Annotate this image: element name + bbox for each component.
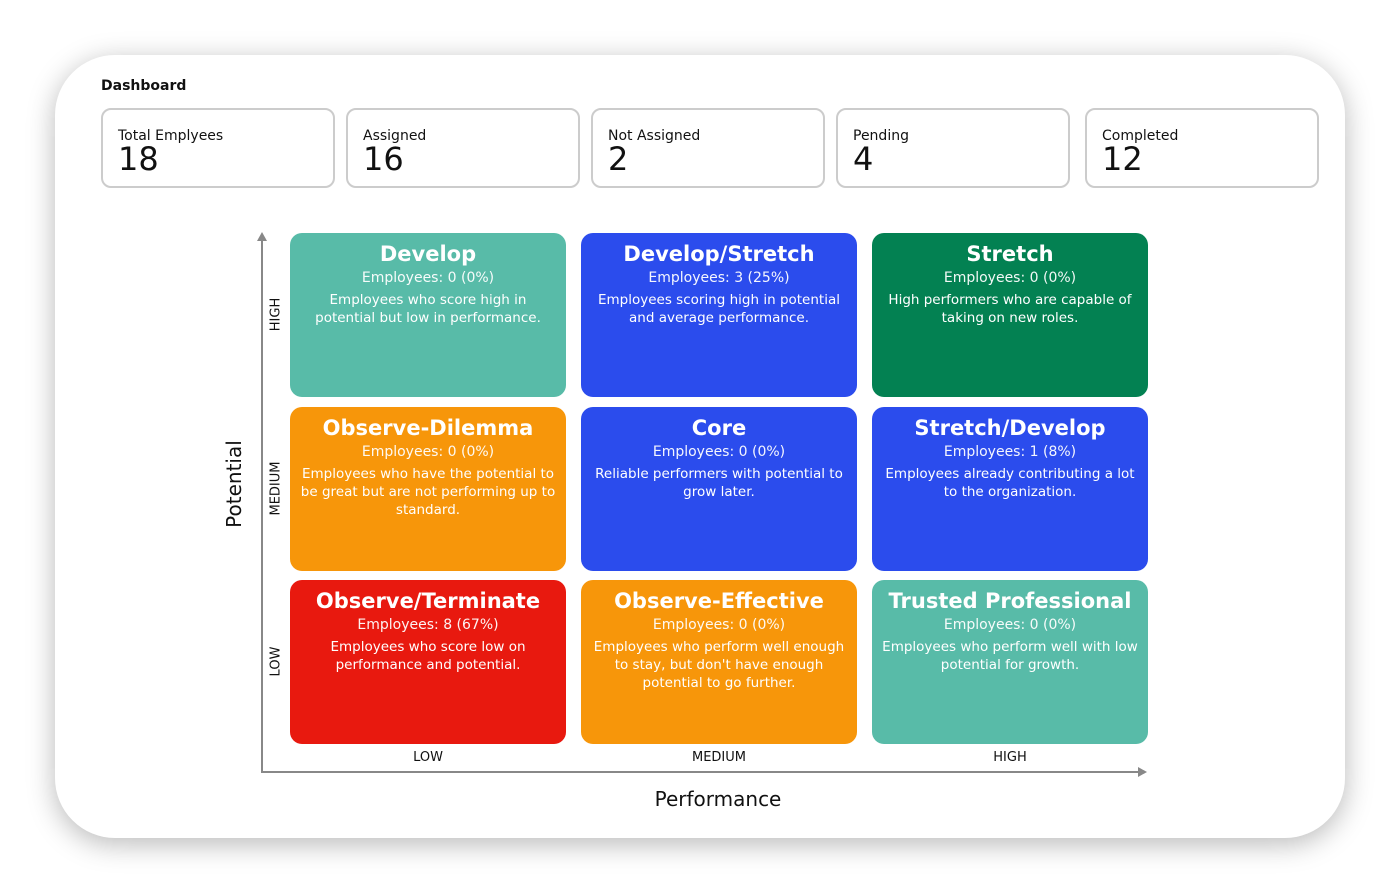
cell-title: Stretch	[966, 242, 1054, 266]
stat-card-assigned: Assigned 16	[346, 108, 580, 188]
cell-title: Trusted Professional	[888, 589, 1132, 613]
cell-count: Employees: 1 (8%)	[943, 444, 1077, 460]
matrix-cell-observe-terminate[interactable]: Observe/Terminate Employees: 8 (67%) Emplo…	[290, 580, 566, 744]
cell-title: Develop	[379, 242, 477, 266]
x-level-label: MEDIUM	[691, 750, 746, 765]
stat-value: 16	[363, 140, 404, 178]
x-axis-title: Performance	[654, 787, 782, 811]
stat-label: Not Assigned	[608, 128, 701, 144]
y-level-label: HIGH	[268, 297, 284, 332]
stat-label: Pending	[853, 128, 909, 144]
matrix-cell-trusted-professional[interactable]: Trusted Professional Employees: 0 (0%) Emp…	[872, 580, 1148, 744]
cell-description: Employees who perform well with low pote…	[882, 639, 1138, 673]
cell-title: Observe-Effective	[614, 589, 824, 613]
cell-title: Observe-Dilemma	[322, 416, 534, 440]
matrix-cell-stretch[interactable]: Stretch Employees: 0 (0%) High performers …	[872, 233, 1148, 397]
stat-card-not-assigned: Not Assigned 2	[591, 108, 825, 188]
cell-title: Core	[691, 416, 747, 440]
page-title: Dashboard	[101, 78, 187, 94]
cell-title: Observe/Terminate	[315, 589, 541, 613]
y-level-label: LOW	[268, 646, 284, 677]
cell-title: Develop/Stretch	[623, 242, 815, 266]
matrix-cell-observe-dilemma[interactable]: Observe-Dilemma Employees: 0 (0%) Employee…	[290, 407, 566, 571]
stat-value: 4	[853, 140, 874, 178]
cell-title: Stretch/Develop	[914, 416, 1106, 440]
cell-count: Employees: 3 (25%)	[648, 270, 790, 286]
matrix-cell-develop-stretch[interactable]: Develop/Stretch Employees: 3 (25%) Employe…	[581, 233, 857, 397]
stat-value: 18	[118, 140, 159, 178]
y-axis-title: Potential	[222, 440, 246, 528]
stat-value: 2	[608, 140, 629, 178]
matrix-cell-core[interactable]: Core Employees: 0 (0%) Reliable performers…	[581, 407, 857, 571]
matrix-cell-stretch-develop[interactable]: Stretch/Develop Employees: 1 (8%) Employee…	[872, 407, 1148, 571]
x-level-label: LOW	[413, 750, 443, 765]
cell-count: Employees: 0 (0%)	[361, 270, 495, 286]
cell-description: Employees already contributing a lot to …	[885, 466, 1135, 500]
cell-count: Employees: 0 (0%)	[652, 444, 786, 460]
cell-description: Employees who perform well enough to sta…	[593, 639, 845, 691]
cell-description: Employees who score low on performance a…	[330, 639, 526, 673]
stat-value: 12	[1102, 140, 1143, 178]
x-axis-line	[261, 771, 1143, 773]
cell-description: Reliable performers with potential to gr…	[595, 466, 843, 500]
stat-card-completed: Completed 12	[1085, 108, 1319, 188]
cell-description: Employees who have the potential to be g…	[300, 466, 556, 518]
cell-count: Employees: 0 (0%)	[943, 617, 1077, 633]
cell-count: Employees: 0 (0%)	[652, 617, 786, 633]
x-level-label: HIGH	[993, 750, 1027, 765]
matrix-cell-observe-effective[interactable]: Observe-Effective Employees: 0 (0%) Employ…	[581, 580, 857, 744]
y-axis-line	[261, 238, 263, 773]
cell-description: Employees who score high in potential bu…	[315, 292, 541, 326]
y-axis-arrow	[257, 232, 267, 241]
stat-card-total-emplyees: Total Emplyees 18	[101, 108, 335, 188]
cell-count: Employees: 0 (0%)	[943, 270, 1077, 286]
cell-count: Employees: 0 (0%)	[361, 444, 495, 460]
matrix-cell-develop[interactable]: Develop Employees: 0 (0%) Employees who sc…	[290, 233, 566, 397]
y-level-label: MEDIUM	[268, 461, 284, 516]
cell-description: High performers who are capable of takin…	[888, 292, 1132, 326]
stat-card-pending: Pending 4	[836, 108, 1070, 188]
cell-description: Employees scoring high in potential and …	[598, 292, 840, 326]
cell-count: Employees: 8 (67%)	[357, 617, 499, 633]
x-axis-arrow	[1138, 767, 1147, 777]
